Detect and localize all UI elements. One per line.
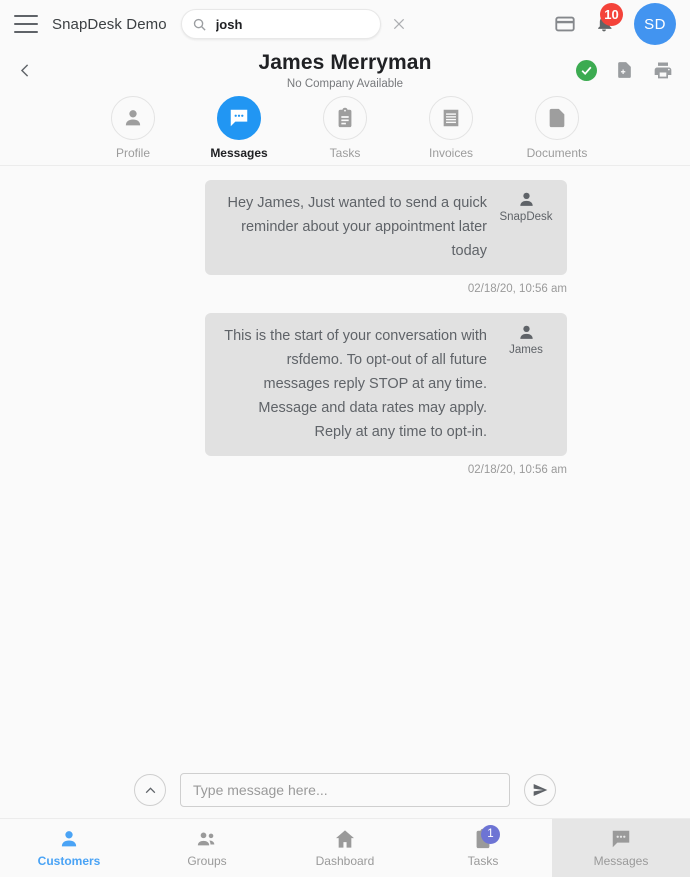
- send-button[interactable]: [524, 774, 556, 806]
- message-thread[interactable]: Hey James, Just wanted to send a quick r…: [0, 166, 690, 762]
- tab-documents[interactable]: Documents: [526, 96, 588, 160]
- tab-profile-label: Profile: [115, 146, 150, 160]
- tab-tasks-label: Tasks: [329, 146, 361, 160]
- contact-header: James Merryman No Company Available: [0, 48, 690, 92]
- contact-subtitle: No Company Available: [286, 78, 404, 90]
- document-icon: [549, 108, 565, 128]
- message-composer: [0, 762, 690, 818]
- collapse-button[interactable]: [134, 774, 166, 806]
- nav-item-customers[interactable]: Customers: [0, 819, 138, 877]
- nav-label-groups: Groups: [187, 854, 227, 868]
- message-bubble[interactable]: Hey James, Just wanted to send a quick r…: [205, 180, 567, 275]
- message-bubble[interactable]: This is the start of your conversation w…: [205, 313, 567, 456]
- message-input[interactable]: [180, 773, 510, 807]
- tab-messages-circle: [217, 96, 261, 140]
- document-add-icon[interactable]: [615, 59, 634, 81]
- message-text: Hey James, Just wanted to send a quick r…: [227, 195, 487, 259]
- notifications-button[interactable]: 10: [594, 3, 623, 36]
- chat-bubble-icon: [230, 109, 248, 127]
- app-root: SnapDesk Demo josh 10 SD James Merryman …: [0, 0, 690, 877]
- send-icon: [533, 784, 548, 796]
- invoice-icon: [443, 109, 459, 127]
- search-icon: [193, 18, 206, 31]
- message-item: This is the start of your conversation w…: [205, 313, 567, 494]
- bell-wrap: 10: [594, 3, 623, 36]
- nav-item-groups[interactable]: Groups: [138, 819, 276, 877]
- tab-messages-label: Messages: [210, 146, 268, 160]
- person-icon: [125, 110, 141, 126]
- nav-label-messages: Messages: [593, 854, 649, 868]
- notification-badge: 10: [600, 3, 623, 26]
- billing-button[interactable]: [554, 13, 576, 35]
- message-text: This is the start of your conversation w…: [224, 328, 487, 440]
- message-item: Hey James, Just wanted to send a quick r…: [205, 180, 567, 313]
- printer-icon[interactable]: [652, 60, 674, 80]
- message-sender-name: SnapDesk: [499, 211, 553, 223]
- home-icon: [336, 830, 354, 848]
- tab-invoices[interactable]: Invoices: [420, 96, 482, 160]
- message-sender: James: [493, 323, 559, 357]
- chevron-left-icon: [20, 63, 28, 77]
- nav-item-messages[interactable]: Messages: [552, 819, 690, 877]
- search-input[interactable]: [206, 16, 391, 32]
- close-icon[interactable]: [391, 16, 407, 32]
- tab-profile-circle: [111, 96, 155, 140]
- check-circle-icon: [581, 66, 592, 75]
- people-icon: [197, 832, 215, 846]
- tab-documents-label: Documents: [526, 146, 588, 160]
- entity-tabs: Profile Messages Tasks Invoices Document…: [0, 92, 690, 166]
- hamburger-menu-icon[interactable]: [14, 15, 38, 33]
- tab-profile[interactable]: Profile: [102, 96, 164, 160]
- mark-complete-button[interactable]: [576, 59, 597, 81]
- search-box[interactable]: [180, 9, 404, 39]
- message-timestamp: 02/18/20, 10:56 am: [467, 464, 567, 476]
- avatar[interactable]: SD: [634, 3, 676, 45]
- chevron-up-icon: [145, 786, 155, 793]
- person-icon: [519, 192, 533, 206]
- tab-messages[interactable]: Messages: [208, 96, 270, 160]
- nav-item-tasks[interactable]: 1 Tasks: [414, 819, 552, 877]
- nav-label-dashboard: Dashboard: [315, 854, 375, 868]
- chat-bubble-icon: [612, 830, 630, 848]
- message-sender: SnapDesk: [493, 190, 559, 224]
- tab-tasks[interactable]: Tasks: [314, 96, 376, 160]
- person-icon: [519, 325, 533, 339]
- contact-actions: [576, 59, 674, 81]
- tab-invoices-label: Invoices: [428, 146, 474, 160]
- app-title: SnapDesk Demo: [52, 15, 167, 33]
- nav-item-dashboard[interactable]: Dashboard: [276, 819, 414, 877]
- tab-tasks-circle: [323, 96, 367, 140]
- back-button[interactable]: [10, 55, 40, 85]
- credit-card-icon: [555, 16, 575, 32]
- page-title: James Merryman: [258, 51, 432, 74]
- top-actions: 10 SD: [554, 3, 676, 45]
- nav-label-tasks: Tasks: [467, 854, 499, 868]
- message-timestamp: 02/18/20, 10:56 am: [467, 283, 567, 295]
- tasks-badge: 1: [481, 825, 500, 844]
- nav-label-customers: Customers: [37, 854, 101, 868]
- clipboard-icon: [338, 107, 352, 128]
- tab-documents-circle: [535, 96, 579, 140]
- tab-invoices-circle: [429, 96, 473, 140]
- bottom-navigation: Customers Groups Dashboard 1 Tasks Messa…: [0, 818, 690, 877]
- person-icon: [61, 831, 77, 847]
- top-app-bar: SnapDesk Demo josh 10 SD: [0, 0, 690, 48]
- message-sender-name: James: [509, 344, 543, 356]
